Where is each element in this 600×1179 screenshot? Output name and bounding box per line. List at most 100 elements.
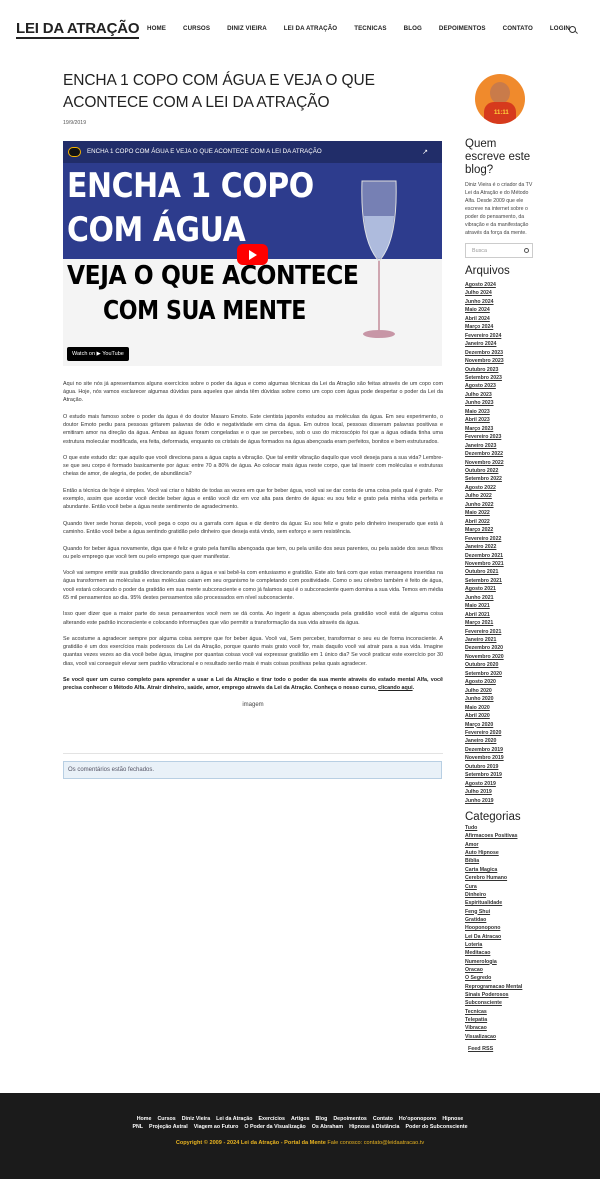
archive-link[interactable]: Maio 2022	[465, 509, 535, 517]
archive-link[interactable]: Setembro 2019	[465, 771, 535, 779]
category-link[interactable]: Bíblia	[465, 857, 535, 865]
search-icon[interactable]	[524, 248, 529, 253]
category-link[interactable]: Reprogramacao Mental	[465, 983, 535, 991]
archive-link[interactable]: Agosto 2023	[465, 382, 535, 390]
archive-link[interactable]: Agosto 2021	[465, 585, 535, 593]
video-title[interactable]: ENCHA 1 COPO COM ÁGUA E VEJA O QUE ACONT…	[87, 148, 322, 155]
archive-link[interactable]: Maio 2020	[465, 704, 535, 712]
archive-link[interactable]: Dezembro 2019	[465, 746, 535, 754]
category-link[interactable]: Carta Magica	[465, 866, 535, 874]
archive-link[interactable]: Setembro 2020	[465, 670, 535, 678]
category-link[interactable]: Numerologia	[465, 958, 535, 966]
category-link[interactable]: Lei Da Atracao	[465, 933, 535, 941]
category-link[interactable]: Hooponopono	[465, 924, 535, 932]
archive-link[interactable]: Fevereiro 2024	[465, 332, 535, 340]
category-link[interactable]: Sinais Poderosos	[465, 991, 535, 999]
archive-link[interactable]: Agosto 2024	[465, 281, 535, 289]
course-link[interactable]: clicando aqui	[378, 685, 412, 691]
footer-link[interactable]: Home	[137, 1116, 152, 1122]
archive-link[interactable]: Agosto 2020	[465, 678, 535, 686]
play-button[interactable]	[237, 244, 268, 265]
category-link[interactable]: O Segredo	[465, 974, 535, 982]
category-link[interactable]: Visualizacao	[465, 1033, 535, 1041]
category-link[interactable]: Oracao	[465, 966, 535, 974]
search-icon[interactable]	[569, 26, 576, 33]
feed-rss-link[interactable]: Feed RSS	[468, 1046, 535, 1052]
archive-link[interactable]: Setembro 2021	[465, 577, 535, 585]
nav-item[interactable]: DEPOIMENTOS	[439, 25, 486, 32]
archive-link[interactable]: Março 2023	[465, 425, 535, 433]
share-icon[interactable]: ↗	[422, 148, 428, 156]
archive-link[interactable]: Janeiro 2024	[465, 340, 535, 348]
archive-link[interactable]: Agosto 2019	[465, 780, 535, 788]
archive-link[interactable]: Setembro 2023	[465, 374, 535, 382]
category-link[interactable]: Cura	[465, 883, 535, 891]
archive-link[interactable]: Janeiro 2020	[465, 737, 535, 745]
archive-link[interactable]: Junho 2020	[465, 695, 535, 703]
archive-link[interactable]: Janeiro 2022	[465, 543, 535, 551]
archive-link[interactable]: Março 2024	[465, 323, 535, 331]
archive-link[interactable]: Março 2020	[465, 721, 535, 729]
archive-link[interactable]: Julho 2023	[465, 391, 535, 399]
archive-link[interactable]: Setembro 2022	[465, 475, 535, 483]
archive-link[interactable]: Abril 2023	[465, 416, 535, 424]
category-link[interactable]: Tecnicas	[465, 1008, 535, 1016]
archive-link[interactable]: Junho 2022	[465, 501, 535, 509]
footer-link[interactable]: Depoimentos	[333, 1116, 367, 1122]
nav-item[interactable]: DINIZ VIEIRA	[227, 25, 267, 32]
nav-item[interactable]: CURSOS	[183, 25, 210, 32]
footer-link[interactable]: Lei da Atração	[216, 1116, 252, 1122]
search-input[interactable]: Busca	[465, 243, 533, 258]
archive-link[interactable]: Outubro 2021	[465, 568, 535, 576]
footer-link[interactable]: Ho'oponopono	[399, 1116, 436, 1122]
archive-link[interactable]: Fevereiro 2020	[465, 729, 535, 737]
archive-link[interactable]: Maio 2021	[465, 602, 535, 610]
footer-link[interactable]: PNL	[132, 1124, 143, 1130]
channel-avatar-icon[interactable]	[68, 147, 81, 157]
footer-link[interactable]: Blog	[316, 1116, 328, 1122]
nav-item[interactable]: CONTATO	[503, 25, 533, 32]
archive-link[interactable]: Maio 2024	[465, 306, 535, 314]
footer-link[interactable]: Exercícios	[258, 1116, 285, 1122]
category-link[interactable]: Afirmacoes Positivas	[465, 832, 535, 840]
nav-item[interactable]: TECNICAS	[354, 25, 386, 32]
archive-link[interactable]: Outubro 2020	[465, 661, 535, 669]
archive-link[interactable]: Março 2022	[465, 526, 535, 534]
video-embed[interactable]: ENCHA 1 COPO COM ÁGUA E VEJA O QUE ACONT…	[63, 141, 442, 366]
footer-link[interactable]: Poder do Subconsciente	[405, 1124, 467, 1130]
archive-link[interactable]: Julho 2022	[465, 492, 535, 500]
archive-link[interactable]: Janeiro 2023	[465, 442, 535, 450]
archive-link[interactable]: Julho 2024	[465, 289, 535, 297]
site-logo[interactable]: LEI DA ATRAÇÃO	[16, 20, 140, 39]
category-link[interactable]: Loteria	[465, 941, 535, 949]
archive-link[interactable]: Dezembro 2022	[465, 450, 535, 458]
footer-link[interactable]: Hipnose	[442, 1116, 463, 1122]
category-link[interactable]: Tudo	[465, 824, 535, 832]
archive-link[interactable]: Outubro 2022	[465, 467, 535, 475]
watch-on-youtube-button[interactable]: Watch on ▶ YouTube	[67, 347, 129, 361]
nav-item[interactable]: BLOG	[404, 25, 422, 32]
footer-link[interactable]: Artigos	[291, 1116, 310, 1122]
footer-link[interactable]: Projeção Astral	[149, 1124, 188, 1130]
archive-link[interactable]: Abril 2021	[465, 611, 535, 619]
archive-link[interactable]: Outubro 2023	[465, 366, 535, 374]
archive-link[interactable]: Novembro 2022	[465, 459, 535, 467]
archive-link[interactable]: Dezembro 2020	[465, 644, 535, 652]
nav-item[interactable]: LEI DA ATRAÇÃO	[284, 25, 337, 32]
footer-link[interactable]: Contato	[373, 1116, 393, 1122]
nav-item[interactable]: LOGIN	[550, 25, 570, 32]
archive-link[interactable]: Julho 2019	[465, 788, 535, 796]
archive-link[interactable]: Novembro 2021	[465, 560, 535, 568]
archive-link[interactable]: Março 2021	[465, 619, 535, 627]
archive-link[interactable]: Dezembro 2023	[465, 349, 535, 357]
category-link[interactable]: Subconsciente	[465, 999, 535, 1007]
footer-link[interactable]: Hipnose à Distância	[349, 1124, 399, 1130]
category-link[interactable]: Auto Hipnose	[465, 849, 535, 857]
category-link[interactable]: Telepatia	[465, 1016, 535, 1024]
archive-link[interactable]: Junho 2021	[465, 594, 535, 602]
category-link[interactable]: Dinheiro	[465, 891, 535, 899]
archive-link[interactable]: Novembro 2020	[465, 653, 535, 661]
footer-link[interactable]: Os Abraham	[312, 1124, 343, 1130]
archive-link[interactable]: Fevereiro 2022	[465, 535, 535, 543]
archive-link[interactable]: Abril 2020	[465, 712, 535, 720]
